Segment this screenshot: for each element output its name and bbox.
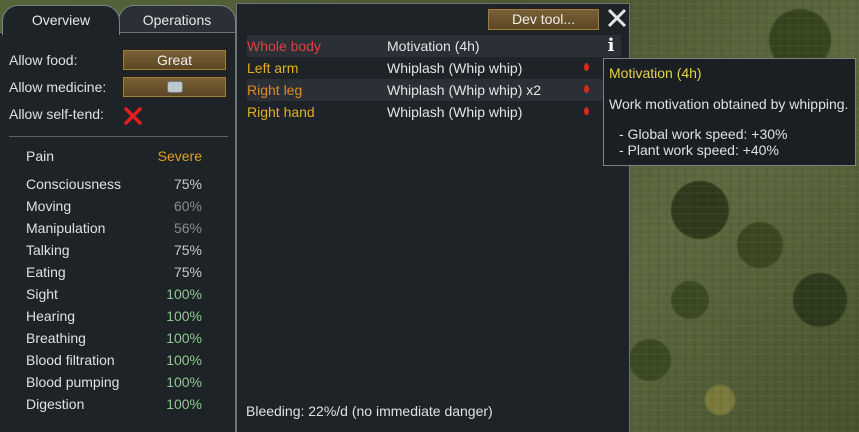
blood-drop-icon: [584, 107, 589, 115]
capacity-value: 100%: [166, 374, 202, 390]
capacity-row: Blood filtration 100%: [26, 349, 202, 371]
tooltip-stat-list: - Global work speed: +30% - Plant work s…: [609, 126, 850, 158]
capacity-value: 100%: [166, 286, 202, 302]
capacity-name: Talking: [26, 242, 70, 258]
hediff-row-left-arm[interactable]: Left arm Whiplash (Whip whip): [247, 57, 621, 79]
capacity-row: Sight 100%: [26, 283, 202, 305]
dev-tool-button[interactable]: Dev tool...: [487, 8, 600, 31]
tab-overview[interactable]: Overview: [2, 5, 120, 35]
hediff-part-label: Whole body: [247, 38, 321, 54]
capacity-row: Eating 75%: [26, 261, 202, 283]
overview-panel: Allow food: Great Allow medicine: Allow …: [0, 32, 236, 432]
hediff-description: Whiplash (Whip whip) x2: [387, 82, 542, 98]
allow-medicine-button[interactable]: [122, 76, 227, 98]
divider: [9, 136, 228, 137]
capacity-name: Blood pumping: [26, 374, 120, 390]
capacity-value: 56%: [173, 220, 202, 236]
tooltip-description: Work motivation obtained by whipping.: [609, 96, 849, 112]
tab-operations[interactable]: Operations: [118, 5, 236, 35]
capacity-row: Blood pumping 100%: [26, 371, 202, 393]
capacity-row: Manipulation 56%: [26, 217, 202, 239]
blood-drop-icon: [584, 85, 589, 93]
hediff-description: Whiplash (Whip whip): [387, 104, 523, 120]
capacity-name: Manipulation: [26, 220, 106, 236]
capacity-value: 100%: [166, 330, 202, 346]
capacity-name: Blood filtration: [26, 352, 115, 368]
pain-label: Pain: [26, 148, 55, 164]
capacity-row: Hearing 100%: [26, 305, 202, 327]
capacity-name: Moving: [26, 198, 72, 214]
hediff-row-right-hand[interactable]: Right hand Whiplash (Whip whip): [247, 101, 621, 123]
hediff-row-whole-body[interactable]: Whole body Motivation (4h) i: [247, 35, 621, 57]
capacity-row: Moving 60%: [26, 195, 202, 217]
motivation-tooltip: Motivation (4h) Work motivation obtained…: [603, 58, 856, 166]
close-icon[interactable]: [606, 7, 628, 29]
hediff-part-label: Left arm: [247, 60, 299, 76]
capacity-row: Consciousness 75%: [26, 173, 202, 195]
allow-self-tend-label: Allow self-tend:: [9, 106, 104, 122]
red-cross-icon[interactable]: [122, 105, 144, 127]
capacity-name: Consciousness: [26, 176, 121, 192]
hediff-part-label: Right leg: [247, 82, 303, 98]
blood-drop-icon: [584, 63, 589, 71]
capacity-value: 100%: [166, 396, 202, 412]
capacity-name: Sight: [26, 286, 58, 302]
pain-row: Pain Severe: [26, 145, 202, 167]
hediff-description: Whiplash (Whip whip): [387, 60, 523, 76]
bleeding-status: Bleeding: 22%/d (no immediate danger): [246, 403, 493, 419]
capacity-row: Talking 75%: [26, 239, 202, 261]
allow-medicine-label: Allow medicine:: [9, 79, 107, 95]
capacity-value: 75%: [173, 264, 202, 280]
medicine-icon: [166, 81, 183, 93]
capacity-name: Hearing: [26, 308, 76, 324]
hediff-row-right-leg[interactable]: Right leg Whiplash (Whip whip) x2: [247, 79, 621, 101]
info-icon[interactable]: i: [604, 37, 618, 55]
health-details-panel: Whole body Motivation (4h) i Left arm Wh…: [236, 3, 630, 432]
tooltip-title: Motivation (4h): [609, 65, 702, 81]
hediff-description: Motivation (4h): [387, 38, 480, 54]
capacity-name: Eating: [26, 264, 66, 280]
capacity-row: Digestion 100%: [26, 393, 202, 415]
capacity-name: Digestion: [26, 396, 85, 412]
pain-value: Severe: [157, 148, 202, 164]
tooltip-stat-line: - Plant work speed: +40%: [619, 142, 779, 158]
hediff-part-label: Right hand: [247, 104, 315, 120]
capacity-value: 60%: [173, 198, 202, 214]
allow-food-button[interactable]: Great: [122, 49, 227, 71]
capacity-value: 100%: [166, 352, 202, 368]
capacity-value: 75%: [173, 176, 202, 192]
capacity-value: 100%: [166, 308, 202, 324]
capacity-row: Breathing 100%: [26, 327, 202, 349]
tooltip-stat-line: - Global work speed: +30%: [619, 126, 788, 142]
allow-food-label: Allow food:: [9, 52, 78, 68]
capacity-name: Breathing: [26, 330, 86, 346]
capacity-value: 75%: [173, 242, 202, 258]
